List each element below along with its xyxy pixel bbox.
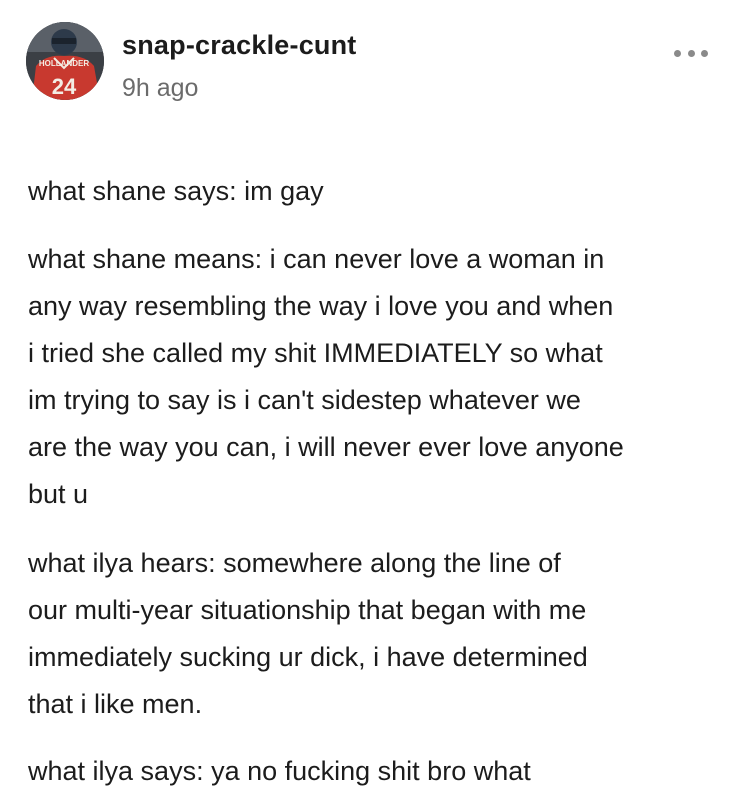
post-text-line: what shane means: i can never love a wom…	[28, 244, 605, 274]
hockey-player-avatar-icon: HOLLANDER 24	[26, 22, 104, 100]
post-text-line: but u	[28, 479, 89, 509]
more-options-dot	[687, 49, 695, 57]
post-timestamp: 9h ago	[122, 74, 199, 102]
post-text-line: im trying to say is i can't sidestep wha…	[28, 385, 581, 415]
post-text-line: what shane says: im gay	[28, 176, 324, 206]
post-text-line: immediately sucking ur dick, i have dete…	[28, 642, 588, 672]
post-text-line: any way resembling the way i love you an…	[28, 291, 614, 321]
more-options-dot	[674, 49, 681, 57]
avatar-jersey-number: 24	[52, 74, 77, 99]
more-options-icon[interactable]	[674, 46, 708, 60]
post-text-line: what ilya says: ya no fucking shit bro w…	[28, 756, 531, 786]
post-header: HOLLANDER 24 snap-crackle-cunt 9h ago	[26, 22, 716, 102]
more-options-dot	[701, 49, 708, 57]
post-paragraph: what shane means: i can never love a wom…	[28, 236, 624, 518]
post-text-line: i tried she called my shit IMMEDIATELY s…	[28, 338, 603, 368]
post-text-line: our multi-year situationship that began …	[28, 595, 587, 625]
post-text-line: that i like men.	[28, 689, 203, 719]
avatar-jersey-text: HOLLANDER	[39, 59, 89, 68]
post-paragraph: what ilya says: ya no fucking shit bro w…	[28, 748, 531, 795]
post-paragraph: what ilya hears: somewhere along the lin…	[28, 540, 588, 728]
username-link[interactable]: snap-crackle-cunt	[122, 30, 356, 61]
avatar[interactable]: HOLLANDER 24	[26, 22, 104, 100]
post-paragraph: what shane says: im gay	[28, 168, 324, 215]
post-text-line: are the way you can, i will never ever l…	[28, 432, 624, 462]
post-text-line: what ilya hears: somewhere along the lin…	[28, 548, 561, 578]
